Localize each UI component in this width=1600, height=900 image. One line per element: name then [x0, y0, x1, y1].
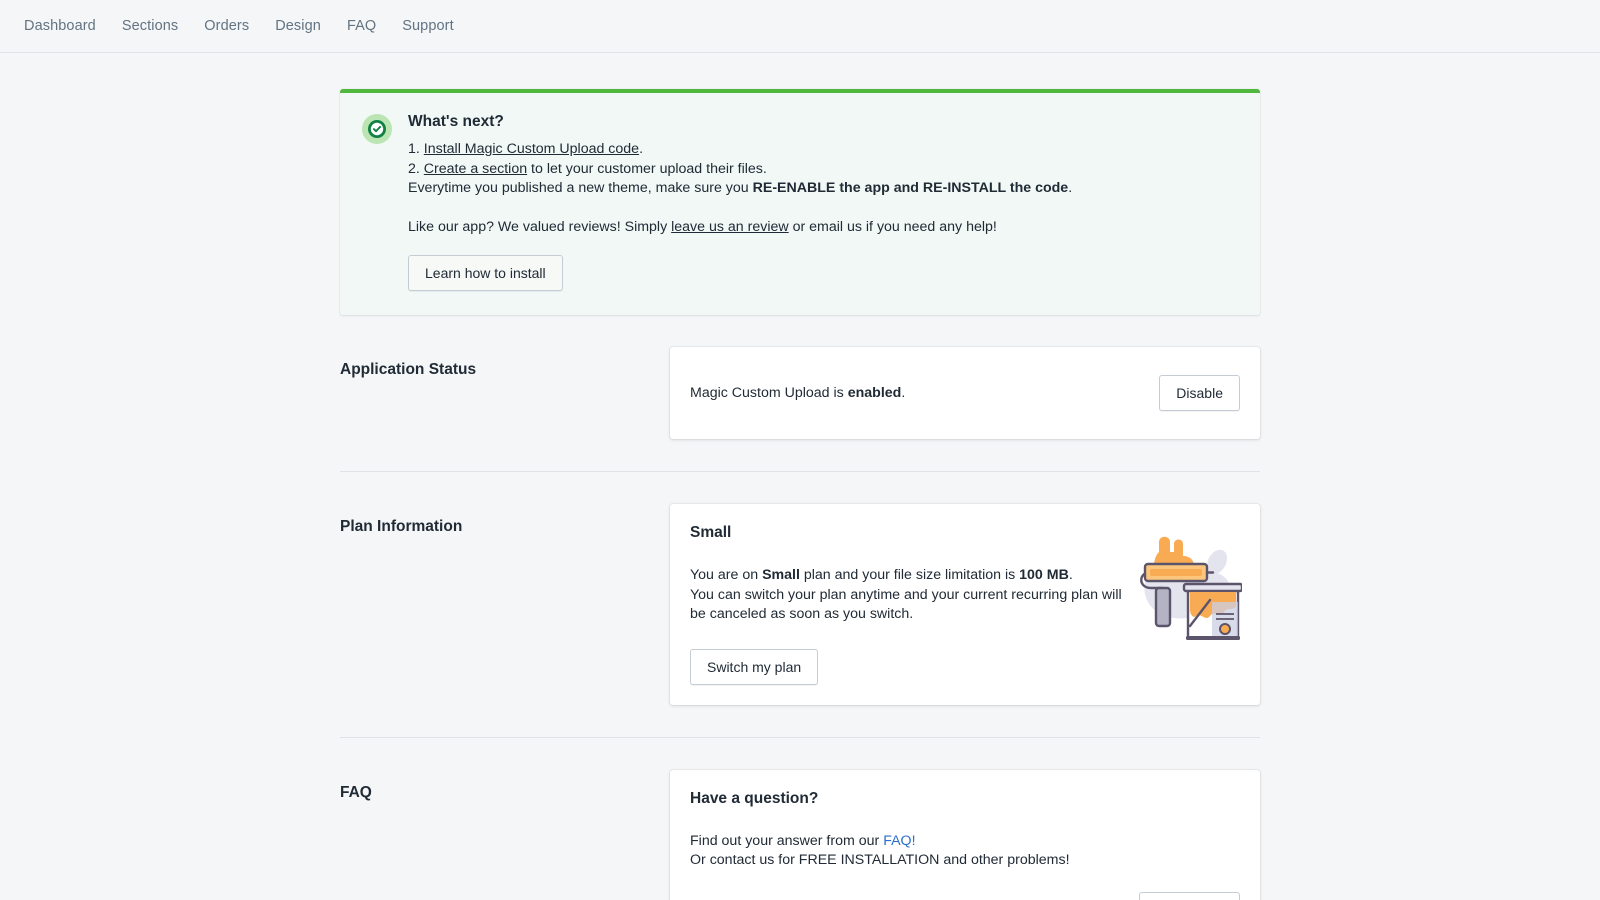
faq-label: FAQ: [340, 770, 670, 900]
banner-note-strong: RE-ENABLE the app and RE-INSTALL the cod…: [753, 180, 1069, 196]
nav-item-dashboard[interactable]: Dashboard: [24, 12, 122, 40]
nav-item-sections[interactable]: Sections: [122, 12, 204, 40]
nav-item-design[interactable]: Design: [275, 12, 347, 40]
status-state: enabled: [848, 385, 902, 401]
faq-section: FAQ Have a question? Find out your answe…: [340, 737, 1260, 900]
faq-line1-prefix: Find out your answer from our: [690, 833, 883, 849]
banner-body: What's next? 1. Install Magic Custom Upl…: [408, 113, 1238, 291]
application-status-section: Application Status Magic Custom Upload i…: [340, 315, 1260, 471]
disable-button[interactable]: Disable: [1159, 375, 1240, 411]
faq-actions: Contact us: [690, 892, 1240, 900]
plan-line1-mid: plan and your file size limitation is: [800, 567, 1019, 583]
leave-review-link[interactable]: leave us an review: [671, 219, 789, 235]
application-status-text: Magic Custom Upload is enabled.: [690, 385, 905, 401]
install-code-link[interactable]: Install Magic Custom Upload code: [424, 141, 639, 157]
top-navigation-bar: Dashboard Sections Orders Design FAQ Sup…: [0, 0, 1600, 53]
nav-item-orders[interactable]: Orders: [204, 12, 275, 40]
banner-step-1-tail: .: [639, 141, 643, 157]
banner-step-1-number: 1.: [408, 141, 420, 157]
faq-link[interactable]: FAQ!: [883, 833, 915, 849]
banner-step-2: 2. Create a section to let your customer…: [408, 160, 1238, 180]
success-check-icon: [362, 114, 392, 144]
faq-card-title: Have a question?: [690, 790, 1240, 808]
whats-next-banner: What's next? 1. Install Magic Custom Upl…: [340, 89, 1260, 315]
contact-us-button[interactable]: Contact us: [1139, 892, 1240, 900]
plan-information-card: Small You are on Small plan and your fil…: [670, 504, 1260, 705]
banner-spacer: [408, 199, 1238, 218]
learn-how-to-install-button[interactable]: Learn how to install: [408, 255, 563, 291]
banner-note-prefix: Everytime you published a new theme, mak…: [408, 180, 753, 196]
nav-item-faq[interactable]: FAQ: [347, 12, 402, 40]
plan-line1-size: 100 MB: [1019, 567, 1069, 583]
banner-step-1: 1. Install Magic Custom Upload code.: [408, 140, 1238, 160]
application-status-label: Application Status: [340, 347, 670, 439]
banner-reenable-note: Everytime you published a new theme, mak…: [408, 179, 1238, 199]
banner-title: What's next?: [408, 113, 1238, 131]
paint-roller-and-bucket-illustration: [1124, 526, 1242, 642]
plan-information-label: Plan Information: [340, 504, 670, 705]
nav-item-support[interactable]: Support: [402, 12, 480, 40]
faq-card-text: Find out your answer from our FAQ! Or co…: [690, 832, 1240, 871]
nav-list: Dashboard Sections Orders Design FAQ Sup…: [24, 12, 480, 40]
banner-review-prefix: Like our app? We valued reviews! Simply: [408, 219, 671, 235]
status-prefix: Magic Custom Upload is: [690, 385, 848, 401]
content-column: What's next? 1. Install Magic Custom Upl…: [340, 89, 1260, 900]
plan-line1-prefix: You are on: [690, 567, 762, 583]
plan-line1-plan: Small: [762, 567, 800, 583]
switch-my-plan-button[interactable]: Switch my plan: [690, 649, 818, 685]
status-suffix: .: [901, 385, 905, 401]
create-section-link[interactable]: Create a section: [424, 161, 527, 177]
banner-step-2-number: 2.: [408, 161, 420, 177]
plan-description: You are on Small plan and your file size…: [690, 566, 1130, 625]
page-body: What's next? 1. Install Magic Custom Upl…: [0, 53, 1600, 900]
banner-note-suffix: .: [1068, 180, 1072, 196]
banner-review-suffix: or email us if you need any help!: [789, 219, 997, 235]
plan-line2: You can switch your plan anytime and you…: [690, 587, 1122, 623]
banner-review-line: Like our app? We valued reviews! Simply …: [408, 218, 1238, 238]
application-status-card: Magic Custom Upload is enabled. Disable: [670, 347, 1260, 439]
banner-step-2-tail: to let your customer upload their files.: [527, 161, 767, 177]
faq-card: Have a question? Find out your answer fr…: [670, 770, 1260, 900]
plan-information-section: Plan Information Small You are on Small …: [340, 471, 1260, 737]
faq-line2: Or contact us for FREE INSTALLATION and …: [690, 852, 1070, 868]
plan-line1-suffix: .: [1069, 567, 1073, 583]
